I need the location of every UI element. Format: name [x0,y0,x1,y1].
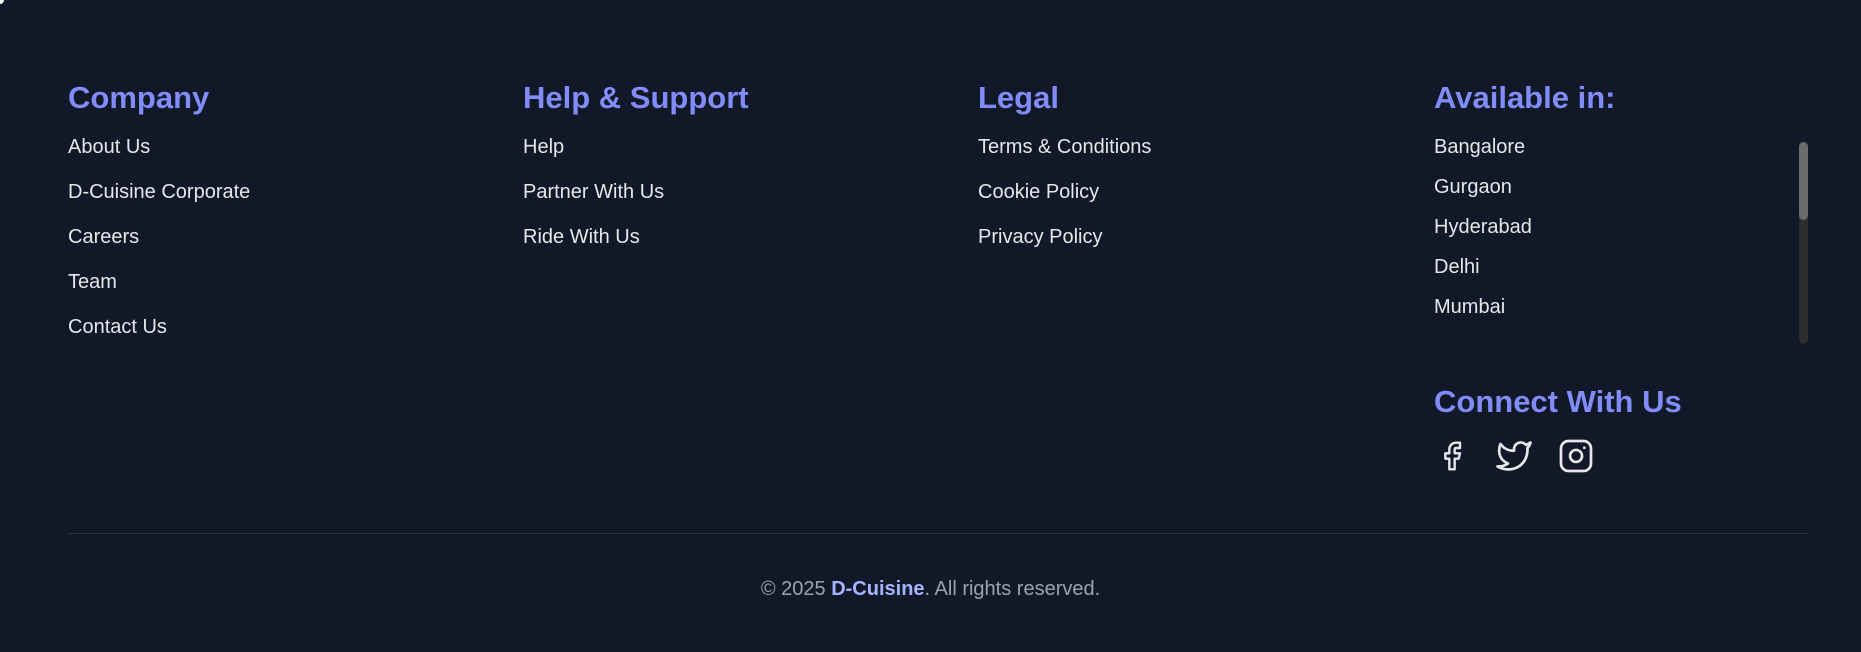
link-contact-us[interactable]: Contact Us [68,314,250,340]
legal-heading: Legal [978,80,1059,115]
footer-divider [68,533,1808,534]
social-icons [1434,438,1682,474]
copyright-prefix: © 2025 [760,578,832,600]
link-partner-with-us[interactable]: Partner With Us [523,179,749,205]
connect-section: Connect With Us [1434,382,1682,474]
facebook-icon[interactable] [1434,438,1470,474]
connect-heading: Connect With Us [1434,384,1682,419]
link-terms[interactable]: Terms & Conditions [978,134,1151,160]
city-list: Bangalore Gurgaon Hyderabad Delhi Mumbai [1434,134,1810,320]
scrollbar-thumb[interactable] [1799,142,1808,220]
corner-mark [0,0,4,4]
legal-column: Legal Terms & Conditions Cookie Policy P… [978,78,1151,269]
city-item: Mumbai [1434,296,1506,318]
legal-links: Terms & Conditions Cookie Policy Privacy… [978,134,1151,250]
link-team[interactable]: Team [68,269,250,295]
help-column: Help & Support Help Partner With Us Ride… [523,78,749,269]
link-careers[interactable]: Careers [68,224,250,250]
copyright-suffix: . All rights reserved. [924,578,1101,600]
city-item: Hyderabad [1434,216,1532,238]
city-item: Delhi [1434,256,1480,278]
copyright-text: © 2025 D-Cuisine. All rights reserved. [0,576,1861,602]
city-list-scrollbar[interactable] [1799,142,1808,344]
available-column: Available in: Bangalore Gurgaon Hyderaba… [1434,78,1810,336]
twitter-icon[interactable] [1496,438,1532,474]
available-heading: Available in: [1434,80,1616,115]
link-ride-with-us[interactable]: Ride With Us [523,224,749,250]
link-cookie-policy[interactable]: Cookie Policy [978,179,1151,205]
city-item: Bangalore [1434,136,1526,158]
company-links: About Us D-Cuisine Corporate Careers Tea… [68,134,250,340]
city-list-scroll[interactable]: Bangalore Gurgaon Hyderabad Delhi Mumbai [1434,134,1810,336]
link-corporate[interactable]: D-Cuisine Corporate [68,179,250,205]
brand-name: D-Cuisine [831,578,925,600]
help-heading: Help & Support [523,80,749,115]
company-column: Company About Us D-Cuisine Corporate Car… [68,78,250,359]
instagram-icon[interactable] [1558,438,1594,474]
site-footer: Company About Us D-Cuisine Corporate Car… [0,0,1861,652]
city-item: Gurgaon [1434,176,1512,198]
help-links: Help Partner With Us Ride With Us [523,134,749,250]
company-heading: Company [68,80,210,115]
link-help[interactable]: Help [523,134,749,160]
link-privacy-policy[interactable]: Privacy Policy [978,224,1151,250]
link-about-us[interactable]: About Us [68,134,250,160]
